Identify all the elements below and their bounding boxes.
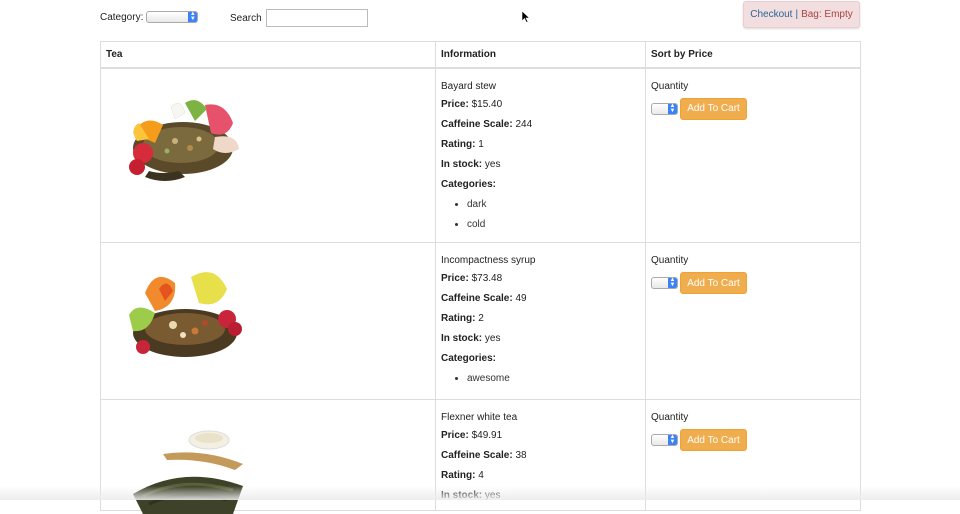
filter-bar: Category: ▲ ▼ Search Checkout | Bag: Empt… <box>0 0 960 40</box>
header-sort-by-price[interactable]: Sort by Price <box>645 41 861 69</box>
quantity-stepper[interactable]: ▲ ▼ <box>651 277 678 289</box>
mouse-cursor-icon <box>522 11 530 23</box>
search-filter: Search <box>230 9 368 27</box>
tea-rating: Rating: 1 <box>441 138 484 150</box>
search-input[interactable] <box>265 9 368 27</box>
tea-categories-label: Categories: <box>441 353 497 364</box>
bottom-scroll-fade <box>0 486 960 500</box>
tea-name: Flexner white tea <box>441 412 518 423</box>
category-filter: Category: ▲ ▼ <box>100 11 199 23</box>
stepper-arrows-icon: ▲ ▼ <box>668 434 677 445</box>
tea-image-cell <box>100 242 436 400</box>
tea-caffeine: Caffeine Scale: 38 <box>441 450 527 461</box>
tea-name: Bayard stew <box>441 80 497 92</box>
tea-info-cell: Incompactness syrup Price: $73.48 Caffei… <box>435 242 646 400</box>
table-header-row: Tea Information Sort by Price <box>100 41 861 69</box>
stepper-arrows-icon: ▲ ▼ <box>668 102 677 114</box>
quantity-label: Quantity <box>651 412 689 423</box>
quantity-stepper[interactable]: ▲ ▼ <box>651 434 678 446</box>
quantity-label: Quantity <box>651 255 689 266</box>
floral-berry-tea-image <box>129 272 242 357</box>
tea-cart-cell: Quantity ▲ ▼ Add To Cart <box>645 67 861 243</box>
category-select[interactable]: ▲ ▼ <box>146 11 199 23</box>
tea-rating: Rating: 4 <box>441 470 484 481</box>
category-label: Category: <box>100 11 144 23</box>
tea-caffeine: Caffeine Scale: 49 <box>441 293 527 304</box>
list-item: cold <box>467 219 640 230</box>
table-row: Incompactness syrup Price: $73.48 Caffei… <box>100 242 861 400</box>
list-item: dark <box>467 199 640 210</box>
tea-image-cell <box>100 67 436 243</box>
tea-caffeine: Caffeine Scale: 244 <box>441 118 533 130</box>
tea-name: Incompactness syrup <box>441 255 536 266</box>
select-arrows-icon: ▲ ▼ <box>188 11 198 22</box>
header-information: Information <box>435 41 646 69</box>
quantity-stepper[interactable]: ▲ ▼ <box>651 102 678 115</box>
add-to-cart-button[interactable]: Add To Cart <box>680 429 747 451</box>
tea-categories-list: dark cold <box>441 199 640 230</box>
tea-categories-list: awesome <box>441 373 640 384</box>
tea-price: Price: $73.48 <box>441 273 503 284</box>
list-item: awesome <box>467 373 640 384</box>
tea-rating: Rating: 2 <box>441 313 484 324</box>
checkout-separator: | <box>795 9 799 20</box>
tea-stock: In stock: yes <box>441 333 501 344</box>
quantity-label: Quantity <box>651 80 689 92</box>
tea-table: Tea Information Sort by Price Bayard ste… <box>100 41 861 514</box>
fruit-tea-blend-image <box>129 99 239 181</box>
loose-leaf-tea-image <box>133 430 243 514</box>
tea-categories-label: Categories: <box>441 178 497 190</box>
header-tea: Tea <box>100 41 436 69</box>
add-to-cart-button[interactable]: Add To Cart <box>680 97 747 120</box>
tea-stock: In stock: yes <box>441 158 501 170</box>
checkout-link[interactable]: Checkout <box>750 9 792 20</box>
stepper-arrows-icon: ▲ ▼ <box>668 277 677 288</box>
search-label: Search <box>230 12 262 24</box>
bag-status: Bag: Empty <box>801 9 853 20</box>
checkout-bag: Checkout | Bag: Empty <box>743 1 860 28</box>
tea-cart-cell: Quantity ▲ ▼ Add To Cart <box>645 242 861 400</box>
tea-price: Price: $15.40 <box>441 98 503 110</box>
tea-price: Price: $49.91 <box>441 430 503 441</box>
add-to-cart-button[interactable]: Add To Cart <box>680 272 747 294</box>
table-row: Bayard stew Price: $15.40 Caffeine Scale… <box>100 67 861 243</box>
tea-info-cell: Bayard stew Price: $15.40 Caffeine Scale… <box>435 67 646 243</box>
